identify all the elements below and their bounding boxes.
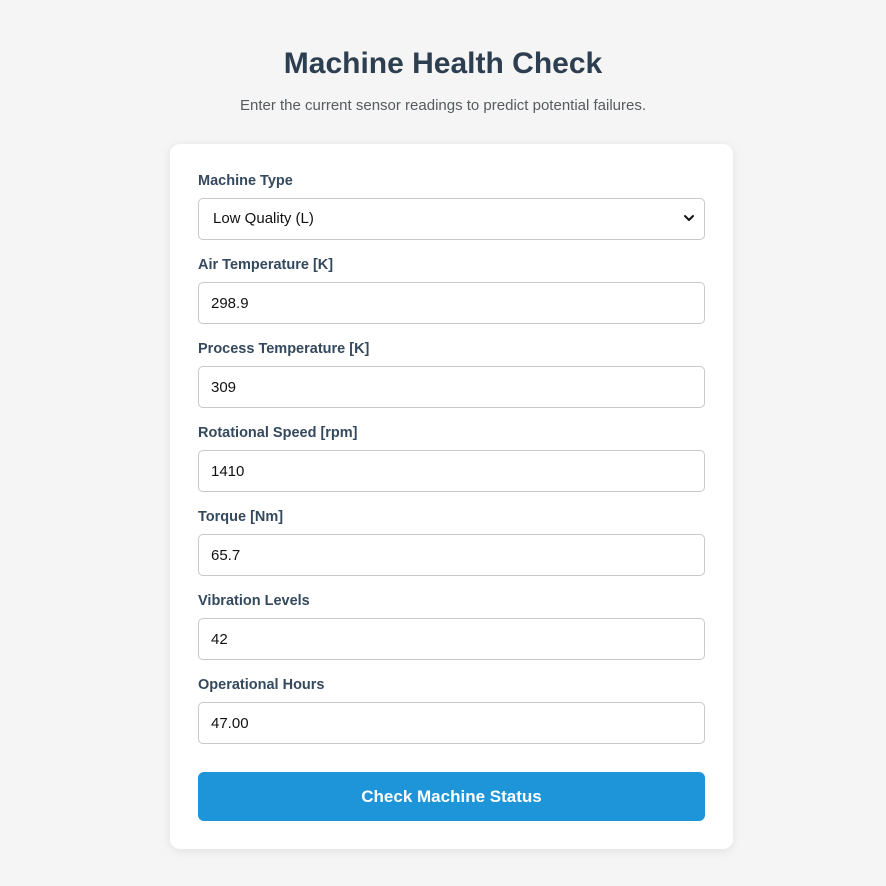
rotational-speed-label: Rotational Speed [rpm] bbox=[198, 425, 358, 441]
check-machine-status-button[interactable]: Check Machine Status bbox=[198, 772, 705, 821]
page-title: Machine Health Check bbox=[283, 47, 603, 80]
torque-input[interactable] bbox=[198, 534, 705, 576]
machine-type-select-wrapper[interactable]: Low Quality (L) bbox=[198, 198, 705, 240]
air-temperature-label: Air Temperature [K] bbox=[198, 257, 334, 273]
rotational-speed-input[interactable] bbox=[198, 450, 705, 492]
machine-type-select[interactable]: Low Quality (L) bbox=[198, 198, 705, 240]
operational-hours-field: Operational Hours bbox=[198, 676, 705, 744]
torque-label: Torque [Nm] bbox=[198, 509, 284, 525]
operational-hours-label: Operational Hours bbox=[198, 677, 325, 693]
rotational-speed-field: Rotational Speed [rpm] bbox=[198, 424, 705, 492]
machine-type-field: Machine Type Low Quality (L) bbox=[198, 172, 705, 240]
operational-hours-input[interactable] bbox=[198, 702, 705, 744]
machine-type-label: Machine Type bbox=[198, 173, 293, 189]
air-temperature-input[interactable] bbox=[198, 282, 705, 324]
vibration-levels-field: Vibration Levels bbox=[198, 592, 705, 660]
vibration-levels-input[interactable] bbox=[198, 618, 705, 660]
torque-field: Torque [Nm] bbox=[198, 508, 705, 576]
process-temperature-label: Process Temperature [K] bbox=[198, 341, 370, 357]
vibration-levels-label: Vibration Levels bbox=[198, 593, 310, 609]
process-temperature-field: Process Temperature [K] bbox=[198, 340, 705, 408]
process-temperature-input[interactable] bbox=[198, 366, 705, 408]
air-temperature-field: Air Temperature [K] bbox=[198, 256, 705, 324]
machine-health-form: Machine Type Low Quality (L) Air Tempera… bbox=[170, 144, 733, 849]
page-subtitle: Enter the current sensor readings to pre… bbox=[239, 97, 647, 114]
